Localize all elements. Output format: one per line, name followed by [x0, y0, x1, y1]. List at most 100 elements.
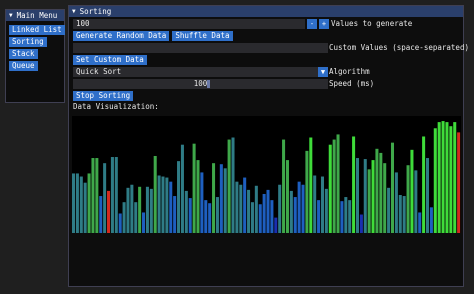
bar-33 — [200, 172, 204, 233]
bar-25 — [169, 181, 173, 233]
menu-sorting-button[interactable]: Sorting — [9, 37, 47, 47]
bar-1 — [75, 173, 79, 233]
bar-18 — [142, 212, 146, 233]
bar-98 — [453, 122, 457, 233]
bar-62 — [313, 175, 317, 233]
bar-53 — [278, 184, 282, 233]
bar-5 — [91, 158, 95, 233]
sorting-window: ▼ Sorting 100 - + Values to generate Gen… — [68, 5, 469, 287]
bar-68 — [336, 134, 340, 233]
bar-35 — [208, 203, 212, 233]
bar-41 — [231, 137, 235, 233]
bar-91 — [425, 158, 430, 233]
bar-16 — [134, 202, 138, 233]
set-custom-data-button[interactable]: Set Custom Data — [73, 55, 147, 65]
collapse-arrow-icon[interactable]: ▼ — [9, 12, 13, 19]
bar-92 — [429, 207, 433, 233]
bar-49 — [262, 193, 266, 233]
bar-37 — [215, 197, 219, 233]
bar-56 — [289, 190, 293, 233]
decrement-button[interactable]: - — [307, 19, 317, 29]
bar-12 — [118, 213, 122, 233]
bar-47 — [254, 185, 258, 233]
bar-58 — [297, 181, 301, 233]
bar-40 — [227, 139, 231, 233]
data-visualization-label: Data Visualization: — [73, 102, 159, 111]
bar-22 — [157, 175, 161, 233]
bar-52 — [274, 217, 278, 233]
chevron-down-icon[interactable]: ▼ — [318, 67, 328, 77]
bar-54 — [282, 139, 286, 233]
increment-button[interactable]: + — [319, 19, 329, 29]
algorithm-select[interactable]: Quick Sort — [73, 67, 318, 77]
bar-15 — [130, 184, 134, 233]
bar-82 — [390, 142, 395, 233]
menu-stack-button[interactable]: Stack — [9, 49, 38, 59]
bar-29 — [184, 190, 188, 233]
bar-85 — [402, 196, 406, 233]
bar-90 — [422, 136, 426, 233]
bar-93 — [433, 128, 437, 233]
bar-43 — [239, 184, 243, 233]
bar-74 — [359, 214, 363, 233]
speed-slider-grab[interactable] — [207, 80, 210, 88]
bar-42 — [235, 181, 239, 233]
bar-71 — [348, 200, 352, 233]
bar-21 — [153, 155, 157, 233]
bar-61 — [309, 137, 313, 233]
bar-30 — [188, 198, 192, 233]
bar-99 — [457, 132, 461, 234]
sorting-title: Sorting — [79, 7, 112, 16]
sorting-titlebar[interactable]: ▼ Sorting — [69, 6, 463, 17]
bar-36 — [212, 163, 216, 233]
bar-69 — [340, 201, 344, 233]
bar-6 — [95, 158, 99, 233]
values-to-generate-label: Values to generate — [331, 19, 413, 28]
bar-72 — [352, 136, 356, 233]
bar-31 — [192, 143, 196, 233]
bar-27 — [177, 161, 181, 234]
bar-73 — [355, 158, 359, 233]
bar-78 — [375, 148, 379, 233]
bar-48 — [258, 204, 262, 233]
bar-4 — [87, 173, 91, 233]
bar-20 — [149, 188, 153, 233]
stop-sorting-button[interactable]: Stop Sorting — [73, 91, 134, 101]
data-visualization-chart — [72, 116, 461, 234]
bar-77 — [371, 160, 375, 233]
bar-94 — [437, 122, 441, 233]
bar-97 — [449, 126, 453, 233]
bar-13 — [122, 202, 126, 233]
bar-32 — [196, 160, 200, 233]
custom-values-label: Custom Values (space-separated) — [329, 43, 469, 52]
bar-0 — [72, 173, 76, 233]
menu-queue-button[interactable]: Queue — [9, 61, 38, 71]
generate-random-data-button[interactable]: Generate Random Data — [73, 31, 170, 41]
collapse-arrow-icon[interactable]: ▼ — [72, 8, 76, 15]
bar-28 — [180, 144, 184, 233]
bar-66 — [328, 144, 332, 233]
bar-23 — [161, 176, 165, 233]
bar-63 — [317, 200, 321, 233]
speed-label: Speed (ms) — [329, 79, 375, 88]
bar-39 — [223, 168, 227, 233]
bar-83 — [394, 172, 398, 233]
bar-24 — [165, 177, 169, 233]
bar-81 — [387, 187, 391, 233]
bar-19 — [145, 186, 149, 233]
bar-65 — [324, 188, 328, 233]
speed-slider[interactable]: 100 — [73, 79, 328, 89]
bar-44 — [243, 177, 247, 233]
algorithm-label: Algorithm — [329, 67, 370, 76]
menu-linked-list-button[interactable]: Linked List — [9, 25, 65, 35]
bar-14 — [126, 187, 130, 233]
bar-84 — [398, 195, 402, 233]
bar-96 — [445, 122, 449, 233]
values-count-input[interactable]: 100 — [73, 19, 305, 29]
bar-11 — [114, 157, 118, 233]
main-menu-titlebar[interactable]: ▼ Main Menu — [6, 10, 64, 21]
custom-values-input[interactable] — [73, 43, 328, 53]
shuffle-data-button[interactable]: Shuffle Data — [172, 31, 233, 41]
speed-value: 100 — [193, 79, 208, 88]
bar-38 — [219, 164, 223, 233]
